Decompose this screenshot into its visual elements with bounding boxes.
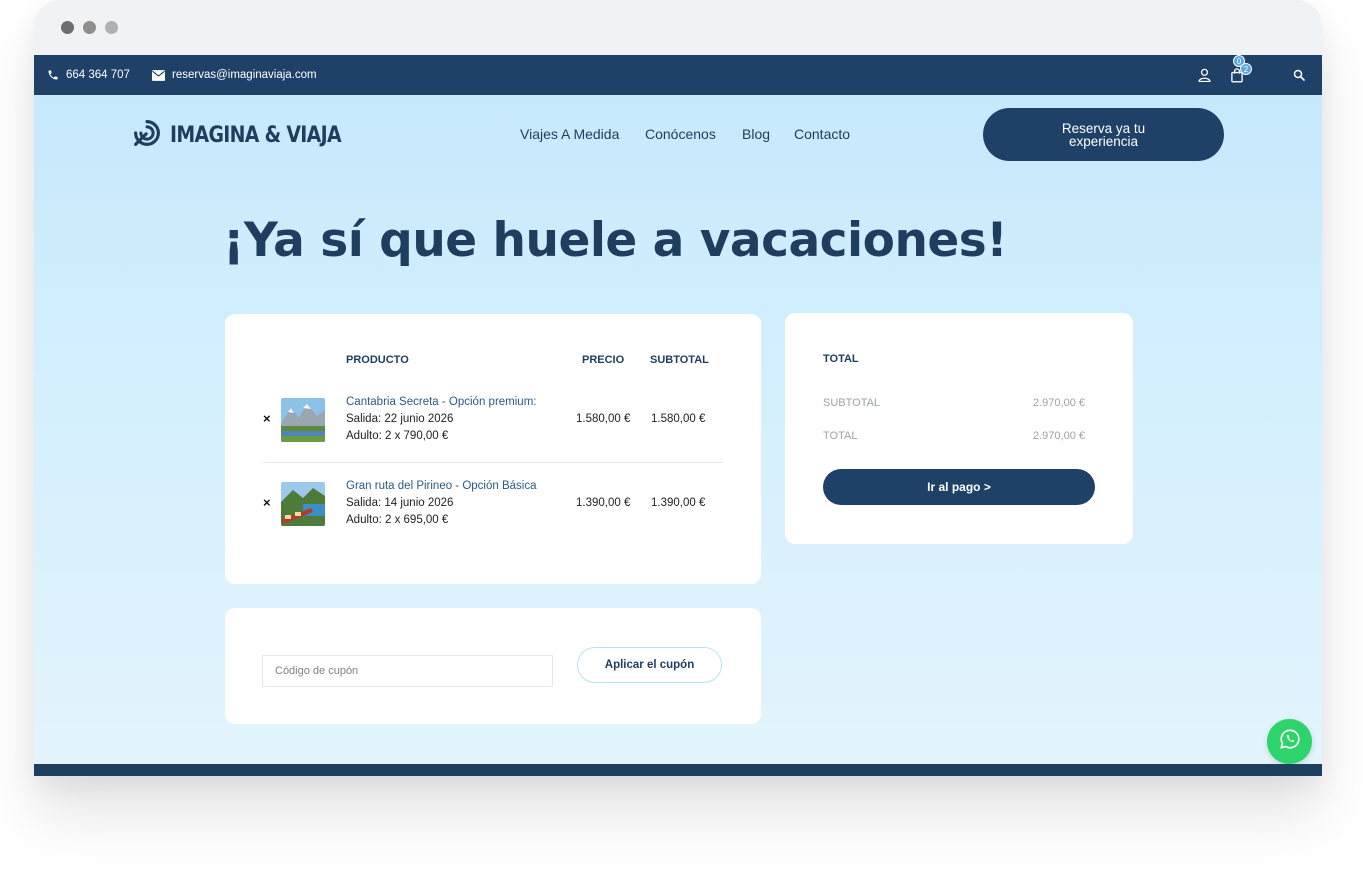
remove-item-button[interactable]: × [263,495,271,510]
mail-icon [152,69,165,81]
page-title: ¡Ya sí que huele a vacaciones! [223,213,1008,268]
product-subtotal: 1.390,00 € [651,497,706,509]
nav-blog[interactable]: Blog [742,126,770,142]
search-button[interactable] [1293,55,1305,95]
nav-contacto[interactable]: Contacto [794,126,850,142]
coupon-card: Aplicar el cupón [225,608,761,724]
column-header-price: PRECIO [582,354,625,366]
mountain-lake-photo[interactable] [281,398,325,442]
account-button[interactable] [1198,55,1211,95]
nav-conocenos[interactable]: Conócenos [645,126,716,142]
apply-coupon-button[interactable]: Aplicar el cupón [577,647,722,683]
product-price: 1.580,00 € [576,413,631,425]
product-departure: Salida: 14 junio 2026 [346,497,454,509]
column-header-product: PRODUCTO [346,354,409,366]
column-header-subtotal: SUBTOTAL [650,354,709,366]
reserve-experience-button[interactable]: Reserva ya tu experiencia [983,108,1224,161]
product-subtotal: 1.580,00 € [651,413,706,425]
cart-table-card: PRODUCTO PRECIO SUBTOTAL × Cantabria Sec… [225,314,761,584]
total-value: 2.970,00 € [1033,430,1085,442]
browser-window: 664 364 707 reservas@imaginaviaja.com 0 … [34,0,1322,776]
product-name-link[interactable]: Cantabria Secreta - Opción premium: [346,396,536,408]
remove-item-button[interactable]: × [263,411,271,426]
product-adult-price: Adulto: 2 x 695,00 € [346,514,449,526]
window-maximize-dot[interactable] [105,21,118,34]
cart-count-badge: 2 [1240,63,1252,75]
logo-icon [133,119,161,152]
nav-viajes-a-medida[interactable]: Viajes A Medida [520,126,619,142]
product-name-link[interactable]: Gran ruta del Pirineo - Opción Básica [346,480,536,492]
checkout-button[interactable]: Ir al pago > [823,469,1095,505]
subtotal-value: 2.970,00 € [1033,397,1085,409]
whatsapp-button[interactable] [1267,719,1312,764]
search-icon [1293,69,1305,81]
footer-strip [34,764,1322,776]
cart-page: IMAGINA & VIAJA Viajes A Medida Conóceno… [34,95,1322,764]
phone-icon [47,69,59,81]
window-close-dot[interactable] [61,21,74,34]
row-divider [263,462,723,463]
site-logo[interactable]: IMAGINA & VIAJA [133,119,369,152]
train-landscape-photo[interactable] [281,482,325,526]
window-titlebar [34,0,1322,55]
total-label: TOTAL [823,430,858,442]
phone-link[interactable]: 664 364 707 [47,55,130,95]
product-departure: Salida: 22 junio 2026 [346,413,454,425]
window-minimize-dot[interactable] [83,21,96,34]
whatsapp-icon [1279,728,1301,755]
product-adult-price: Adulto: 2 x 790,00 € [346,430,449,442]
email-address: reservas@imaginaviaja.com [172,69,317,81]
coupon-code-input[interactable] [262,655,553,687]
email-link[interactable]: reservas@imaginaviaja.com [152,55,317,95]
user-icon [1198,68,1211,82]
cart-totals-card: TOTAL SUBTOTAL 2.970,00 € TOTAL 2.970,00… [785,313,1133,544]
logo-wordmark: IMAGINA & VIAJA [170,123,342,148]
top-contact-bar: 664 364 707 reservas@imaginaviaja.com 0 … [34,55,1322,95]
product-price: 1.390,00 € [576,497,631,509]
phone-number: 664 364 707 [66,69,130,81]
totals-title: TOTAL [823,353,859,365]
subtotal-label: SUBTOTAL [823,397,881,409]
